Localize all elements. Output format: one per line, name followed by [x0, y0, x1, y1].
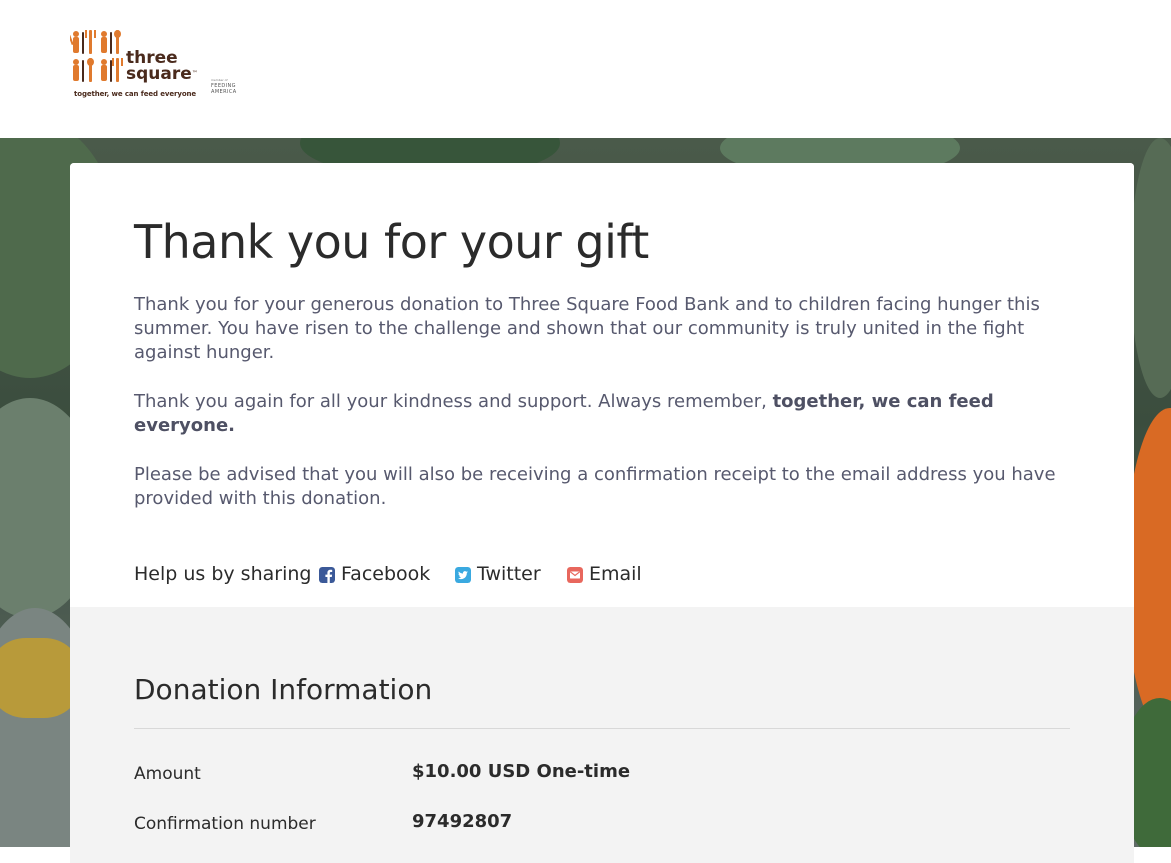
amount-value: $10.00 USD One-time	[412, 761, 631, 782]
donation-information-title: Donation Information	[134, 673, 433, 706]
three-square-logo[interactable]: three square™ together, we can feed ever…	[70, 30, 250, 102]
logo-people-icon	[70, 30, 123, 82]
partner-name: FEEDING AMERICA	[211, 83, 237, 95]
donation-information-section: Donation Information Amount $10.00 USD O…	[70, 607, 1134, 863]
logo-trademark: ™	[191, 70, 198, 77]
thank-you-paragraph-2: Thank you again for all your kindness an…	[134, 390, 1084, 438]
page-title: Thank you for your gift	[134, 215, 649, 269]
logo-word-square-line: square™	[126, 64, 198, 84]
twitter-icon	[455, 567, 471, 583]
logo-wordmark: three square™	[126, 50, 198, 84]
section-divider	[134, 728, 1070, 729]
confirmation-notice: Please be advised that you will also be …	[134, 464, 1056, 509]
confirmation-number-value: 97492807	[412, 811, 513, 832]
email-icon	[567, 567, 583, 583]
site-header: three square™ together, we can feed ever…	[0, 0, 1171, 138]
bg-leaf	[1130, 138, 1171, 398]
thank-you-section: Thank you for your gift Thank you for yo…	[70, 163, 1134, 607]
amount-label: Amount	[134, 764, 201, 784]
twitter-label: Twitter	[477, 563, 541, 585]
partner-prefix: member of	[211, 78, 228, 82]
bg-squash	[0, 638, 80, 718]
share-label: Help us by sharing	[134, 563, 312, 585]
thank-you-card: Thank you for your gift Thank you for yo…	[70, 163, 1134, 863]
partner-line-2: AMERICA	[211, 89, 237, 95]
thank-you-paragraph-1: Thank you for your generous donation to …	[134, 294, 1040, 363]
logo-word-square: square	[126, 64, 192, 84]
facebook-label: Facebook	[341, 563, 431, 585]
email-label: Email	[589, 563, 642, 585]
facebook-icon	[319, 567, 335, 583]
logo-tagline: together, we can feed everyone	[74, 90, 197, 98]
confirmation-number-label: Confirmation number	[134, 814, 316, 834]
feeding-america-logo: member of FEEDING AMERICA	[211, 78, 245, 102]
paragraph-2-text: Thank you again for all your kindness an…	[134, 391, 773, 412]
